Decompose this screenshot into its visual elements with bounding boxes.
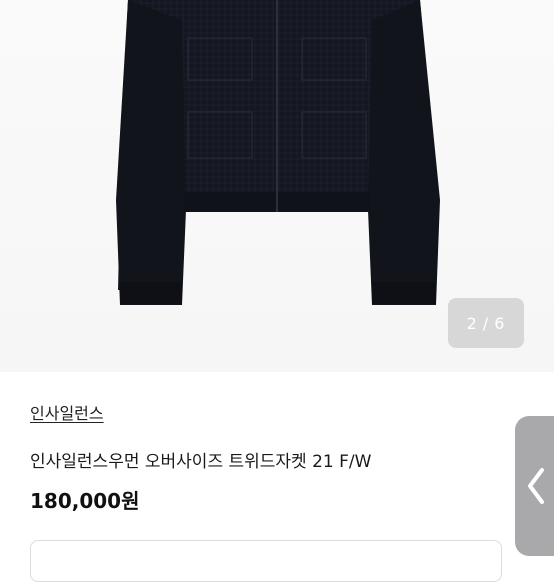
product-image[interactable]: 2 / 6 [0,0,554,372]
next-section-card [30,540,502,582]
image-counter-total: 6 [494,313,506,333]
chevron-left-icon [528,468,544,504]
image-counter: 2 / 6 [448,298,524,348]
left-cuff [120,282,182,304]
brand-link[interactable]: 인사일런스 [30,400,104,424]
image-counter-separator: / [482,313,490,333]
left-sleeve [116,0,186,305]
image-counter-current: 2 [466,313,478,333]
right-sleeve [368,0,440,305]
product-price: 180,000원 [30,489,140,513]
side-panel-tab[interactable] [515,416,554,556]
product-title: 인사일런스우먼 오버사이즈 트위드자켓 21 F/W [30,452,372,472]
right-cuff [372,282,436,304]
